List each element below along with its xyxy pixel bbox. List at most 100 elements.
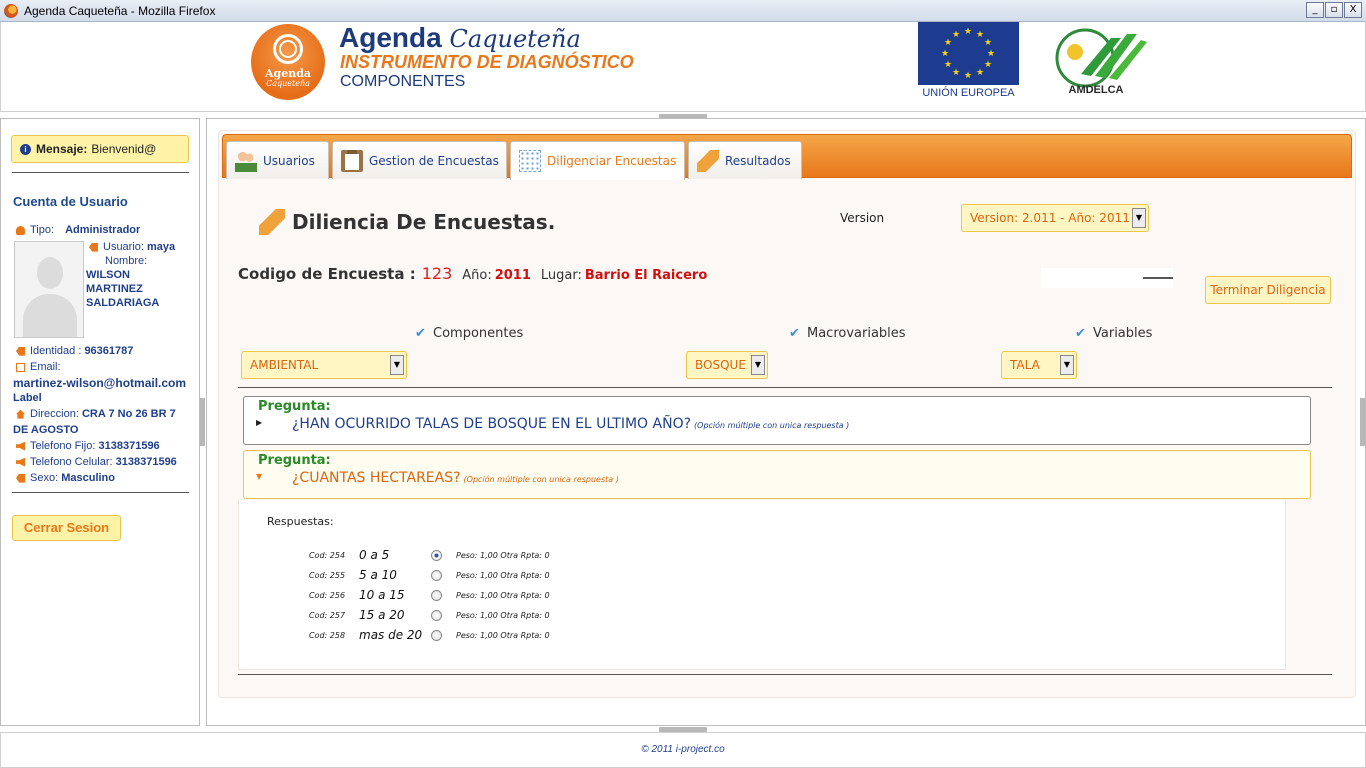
answer-value: 10 a 15 (359, 588, 405, 602)
answer-weight: Peso: 1,00 Otra Rpta: 0 (456, 590, 550, 600)
components-filter-label: ✔ Componentes (415, 325, 524, 341)
tag-icon (16, 473, 25, 483)
message-box: i Mensaje: Bienvenid@ (11, 135, 189, 163)
place-label: Lugar: (540, 268, 582, 283)
grid-icon (519, 150, 541, 172)
left-splitter-handle[interactable] (200, 398, 205, 446)
question-prefix: Pregunta: (258, 399, 331, 414)
eu-label: UNIÓN EUROPEA (922, 87, 1015, 99)
minimize-button[interactable]: _ (1306, 2, 1324, 18)
macro-select[interactable]: BOSQUE ▼ (686, 351, 768, 379)
collapse-triangle-icon[interactable]: ▼ (256, 472, 262, 481)
email-value: martinez-wilson@hotmail.com (13, 376, 187, 390)
user-sidebar: i Mensaje: Bienvenid@ Cuenta de Usuario … (0, 118, 200, 726)
clipboard-icon (341, 149, 363, 172)
finish-button[interactable]: Terminar Diligencia (1205, 276, 1331, 304)
variables-filter-label: ✔ Variables (1075, 325, 1153, 341)
brand-title: Agenda Caqueteña (339, 22, 581, 53)
pencil-icon (259, 209, 285, 235)
answer-code: Cod: 257 (309, 610, 346, 620)
tab-bar: Usuarios Gestion de Encuestas Diligencia… (222, 134, 1352, 180)
answer-radio[interactable] (431, 589, 442, 601)
logo-subword: Caqueteña (266, 79, 310, 88)
message-label: Mensaje: (36, 142, 88, 156)
answer-value: 15 a 20 (359, 608, 405, 622)
users-icon (235, 149, 257, 172)
pencil-icon (697, 149, 719, 172)
version-select-value: Version: 2.011 - Año: 2011 (970, 211, 1130, 225)
tab-usuarios[interactable]: Usuarios (226, 141, 329, 179)
brand-subtitle: INSTRUMENTO DE DIAGNÓSTICO (340, 52, 634, 72)
answers-label: Respuestas: (267, 515, 334, 528)
code-value: 123 (421, 264, 453, 283)
components-select[interactable]: AMBIENTAL ▼ (241, 351, 407, 379)
question-item-active[interactable]: Pregunta: ▼ ¿CUANTAS HECTAREAS? (Opción m… (243, 450, 1311, 499)
version-select[interactable]: Version: 2.011 - Año: 2011 ▼ (961, 204, 1149, 232)
amdelca-logo (1055, 28, 1147, 88)
message-value: Bienvenid@ (91, 142, 157, 156)
close-button[interactable]: X (1344, 2, 1362, 18)
year-value: 2011 (494, 268, 531, 283)
answer-radio[interactable] (431, 569, 442, 581)
question-item[interactable]: Pregunta: ▶ ¿HAN OCURRIDO TALAS DE BOSQU… (243, 396, 1311, 445)
main-panel: Usuarios Gestion de Encuestas Diligencia… (206, 118, 1366, 726)
variables-select[interactable]: TALA ▼ (1001, 351, 1077, 379)
phone: Telefono Fijo: 3138371596 (16, 440, 160, 452)
right-splitter-handle[interactable] (1360, 398, 1365, 446)
answer-row: Cod: 258 mas de 20 Peso: 1,00 Otra Rpta:… (309, 625, 550, 645)
phone-icon (16, 441, 25, 451)
user-icon (16, 225, 25, 235)
answer-row: Cod: 257 15 a 20 Peso: 1,00 Otra Rpta: 0 (309, 605, 550, 625)
mail-icon (16, 362, 25, 372)
tab-diligenciar-encuestas[interactable]: Diligenciar Encuestas (510, 141, 685, 180)
window-title: Agenda Caqueteña - Mozilla Firefox (24, 3, 216, 18)
year-label: Año: (462, 268, 492, 283)
maximize-button[interactable]: ▫ (1325, 2, 1343, 18)
answer-weight: Peso: 1,00 Otra Rpta: 0 (456, 570, 550, 580)
address: Direccion: CRA 7 No 26 BR 7 (16, 408, 176, 420)
identity: Identidad : 96361787 (16, 345, 133, 357)
divider (238, 387, 1332, 388)
chevron-down-icon[interactable]: ▼ (390, 355, 404, 375)
name-label: Nombre: (105, 255, 148, 267)
name-line3: SALDARIAGA (86, 297, 160, 309)
chevron-down-icon[interactable]: ▼ (1132, 208, 1146, 228)
answer-value: mas de 20 (359, 628, 423, 642)
expand-triangle-icon[interactable]: ▶ (256, 418, 262, 427)
answer-radio[interactable] (431, 629, 442, 641)
answer-code: Cod: 258 (309, 630, 346, 640)
components-select-value: AMBIENTAL (250, 358, 319, 372)
divider (12, 172, 189, 173)
name-line1: WILSON (86, 269, 130, 281)
agenda-logo: Agenda Caqueteña (251, 24, 325, 100)
answer-code: Cod: 254 (309, 550, 346, 560)
question-text: ¿HAN OCURRIDO TALAS DE BOSQUE EN EL ULTI… (292, 416, 850, 432)
macro-select-value: BOSQUE (695, 358, 746, 372)
answer-radio[interactable] (431, 549, 442, 561)
email-label: Email: (16, 361, 61, 373)
answer-row: Cod: 256 10 a 15 Peso: 1,00 Otra Rpta: 0 (309, 585, 550, 605)
tag-icon (89, 242, 98, 252)
user-type: Tipo: Administrador (16, 224, 140, 236)
window-titlebar: Agenda Caqueteña - Mozilla Firefox _ ▫ X (0, 0, 1366, 22)
info-icon: i (20, 143, 31, 155)
chevron-down-icon[interactable]: ▼ (751, 355, 765, 375)
footer: © 2011 i-project.co (0, 732, 1366, 768)
eu-flag-icon: ★ ★ ★ ★ ★ ★ ★ ★ ★ ★ ★ ★ (918, 22, 1019, 85)
tab-gestion-encuestas[interactable]: Gestion de Encuestas (332, 141, 507, 179)
tab-label: Resultados (725, 153, 791, 168)
chevron-down-icon[interactable]: ▼ (1060, 355, 1074, 375)
logout-button[interactable]: Cerrar Sesion (12, 515, 121, 541)
answer-value: 0 a 5 (359, 548, 390, 562)
answer-value: 5 a 10 (359, 568, 397, 582)
window-controls: _ ▫ X (1306, 2, 1362, 18)
answer-radio[interactable] (431, 609, 442, 621)
survey-info: Codigo de Encuesta : 123 Año: 2011 Lugar: Bar… (238, 264, 707, 283)
survey-container: Usuarios Gestion de Encuestas Diligencia… (218, 130, 1356, 698)
tab-label: Diligenciar Encuestas (547, 154, 677, 168)
answer-weight: Peso: 1,00 Otra Rpta: 0 (456, 550, 550, 560)
site-header: Agenda Caqueteña Agenda Caqueteña INSTRU… (0, 22, 1366, 112)
answers-panel: Respuestas: Cod: 254 0 a 5 Peso: 1,00 Ot… (238, 500, 1286, 670)
tab-resultados[interactable]: Resultados (688, 141, 802, 179)
answer-row: Cod: 255 5 a 10 Peso: 1,00 Otra Rpta: 0 (309, 565, 550, 585)
